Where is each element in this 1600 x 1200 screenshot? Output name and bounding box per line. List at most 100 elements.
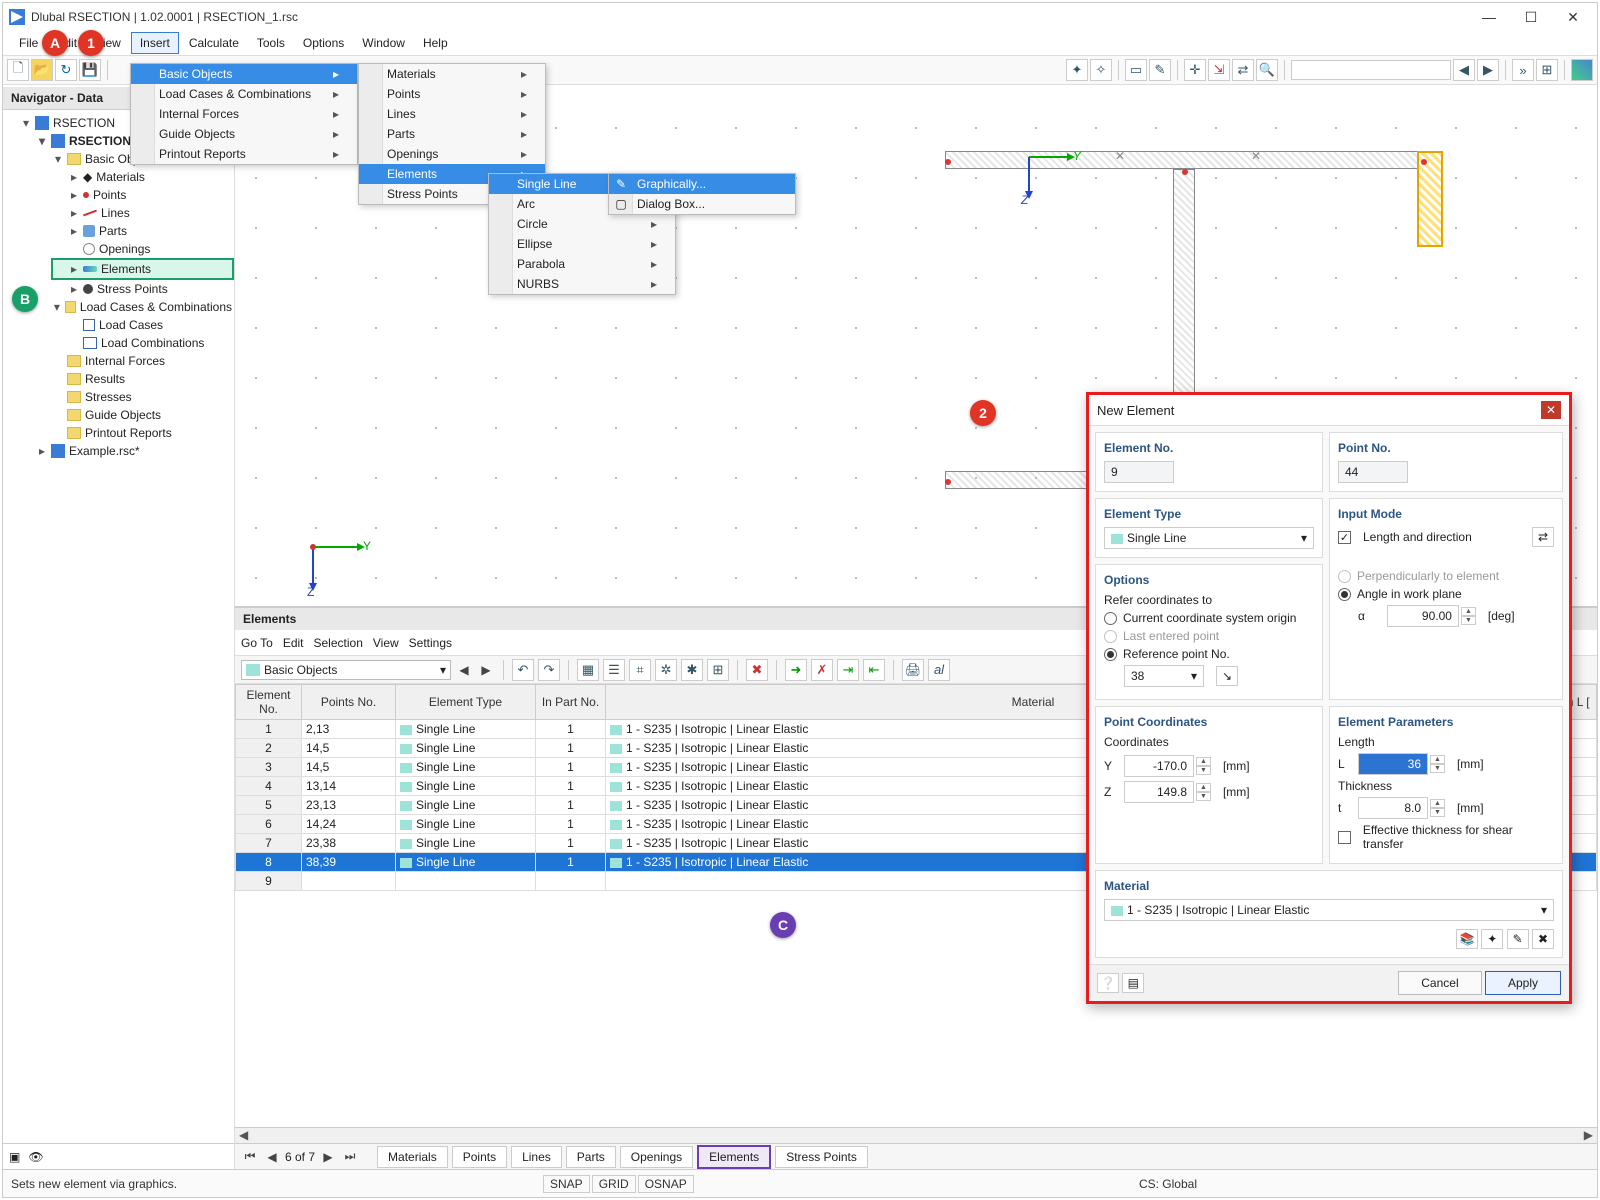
pager-first[interactable]: ⏮ — [241, 1149, 259, 1164]
menu-tools[interactable]: Tools — [249, 33, 293, 53]
dialog-layer-icon[interactable]: ▤ — [1122, 973, 1144, 993]
submenu-circle[interactable]: Circle▸ — [489, 214, 675, 234]
tab-elements[interactable]: Elements — [697, 1145, 771, 1169]
filter-icon[interactable]: ⌗ — [629, 659, 651, 681]
submenu-parabola[interactable]: Parabola▸ — [489, 254, 675, 274]
material-delete-icon[interactable]: ✖ — [1532, 929, 1554, 949]
scroll-left-icon[interactable]: ◀ — [239, 1128, 248, 1143]
panel-type-dropdown[interactable]: Basic Objects▾ — [241, 660, 451, 680]
tree-guide-objects[interactable]: Guide Objects — [51, 406, 234, 424]
col-points-no[interactable]: Points No. — [302, 685, 396, 720]
redo-icon[interactable]: ↷ — [538, 659, 560, 681]
grid-icon[interactable]: ⊞ — [1536, 59, 1558, 81]
col-element-no[interactable]: Element No. — [236, 685, 302, 720]
submenu-dialog-box[interactable]: ▢Dialog Box... — [609, 194, 795, 214]
material-lib-icon[interactable]: 📚 — [1456, 929, 1478, 949]
tab-openings[interactable]: Openings — [620, 1146, 693, 1168]
tree-elements[interactable]: ▸Elements — [51, 258, 234, 280]
material-new-icon[interactable]: ✦ — [1481, 929, 1503, 949]
tab-stress-points[interactable]: Stress Points — [775, 1146, 868, 1168]
check-eff-thickness[interactable] — [1338, 831, 1351, 844]
radio-ccs-origin[interactable] — [1104, 612, 1117, 625]
remove-icon[interactable]: ✗ — [811, 659, 833, 681]
menu-insert[interactable]: Insert — [131, 32, 179, 54]
status-grid[interactable]: GRID — [592, 1175, 636, 1193]
menu-help[interactable]: Help — [415, 33, 456, 53]
maximize-button[interactable]: ☐ — [1511, 5, 1551, 29]
window-icon[interactable]: ▣ — [9, 1150, 20, 1164]
move-icon[interactable]: ⇥ — [837, 659, 859, 681]
tree-stresses[interactable]: Stresses — [51, 388, 234, 406]
pager-last[interactable]: ⏭ — [341, 1149, 359, 1164]
next-icon[interactable]: ▶ — [1477, 59, 1499, 81]
tree-materials[interactable]: ▸◆Materials — [67, 168, 234, 186]
print-icon[interactable]: 🖨 — [902, 659, 924, 681]
select-icon[interactable]: ▭ — [1125, 59, 1147, 81]
menu-calculate[interactable]: Calculate — [181, 33, 247, 53]
submenu-lines[interactable]: Lines▸ — [359, 104, 545, 124]
dialog-close-button[interactable]: ✕ — [1541, 401, 1561, 419]
panel-next[interactable]: ▶ — [477, 663, 495, 677]
menu-window[interactable]: Window — [354, 33, 413, 53]
tree-load-comb[interactable]: Load Combinations — [67, 334, 234, 352]
eye-icon[interactable]: 👁 — [28, 1150, 43, 1164]
grid2-icon[interactable]: ⊞ — [707, 659, 729, 681]
status-snap[interactable]: SNAP — [543, 1175, 590, 1193]
submenu-openings[interactable]: Openings▸ — [359, 144, 545, 164]
tree-load-cases[interactable]: Load Cases — [67, 316, 234, 334]
input-point-no[interactable]: 44 — [1338, 461, 1408, 483]
zoom-icon[interactable]: 🔍 — [1256, 59, 1278, 81]
tree-lines[interactable]: ▸Lines — [67, 204, 234, 222]
submenu-basic-objects[interactable]: Basic Objects▸ — [131, 64, 357, 84]
panel-goto[interactable]: Go To — [241, 636, 273, 650]
row-icon[interactable]: ☰ — [603, 659, 625, 681]
menu-options[interactable]: Options — [295, 33, 352, 53]
submenu-internal-forces[interactable]: Internal Forces▸ — [131, 104, 357, 124]
check-length-direction[interactable] — [1338, 531, 1351, 544]
tab-materials[interactable]: Materials — [377, 1146, 448, 1168]
refresh-icon[interactable]: ↻ — [55, 59, 77, 81]
link-icon[interactable]: ⇄ — [1232, 59, 1254, 81]
pager-prev[interactable]: ◀ — [263, 1150, 281, 1164]
pen-icon[interactable]: ✎ — [1149, 59, 1171, 81]
select-material[interactable]: 1 - S235 | Isotropic | Linear Elastic▾ — [1104, 899, 1554, 921]
select-element-type[interactable]: Single Line▾ — [1104, 527, 1314, 549]
tab-lines[interactable]: Lines — [511, 1146, 562, 1168]
submenu-graphically[interactable]: ✎Graphically... — [609, 174, 795, 194]
panel-selection[interactable]: Selection — [314, 636, 363, 650]
tree-stress-points[interactable]: ▸Stress Points — [67, 280, 234, 298]
tree-lcc[interactable]: ▾Load Cases & Combinations — [51, 298, 234, 316]
panel-view[interactable]: View — [373, 636, 399, 650]
open-icon[interactable]: 📂 — [31, 59, 53, 81]
submenu-printout[interactable]: Printout Reports▸ — [131, 144, 357, 164]
tab-parts[interactable]: Parts — [566, 1146, 616, 1168]
tree-parts[interactable]: ▸Parts — [67, 222, 234, 240]
prev-icon[interactable]: ◀ — [1453, 59, 1475, 81]
dialog-help-icon[interactable]: ❔ — [1097, 973, 1119, 993]
panel-settings[interactable]: Settings — [409, 636, 452, 650]
axis-icon[interactable]: ⇲ — [1208, 59, 1230, 81]
tree-points[interactable]: ▸Points — [67, 186, 234, 204]
tab-points[interactable]: Points — [452, 1146, 507, 1168]
tree-openings[interactable]: Openings — [67, 240, 234, 258]
star3-icon[interactable]: ✱ — [681, 659, 703, 681]
col-element-type[interactable]: Element Type — [396, 685, 536, 720]
input-alpha[interactable]: 90.00 — [1387, 605, 1459, 627]
undo-icon[interactable]: ↶ — [512, 659, 534, 681]
submenu-guide-objects[interactable]: Guide Objects▸ — [131, 124, 357, 144]
swap-icon[interactable]: ⇄ — [1532, 527, 1554, 547]
input-element-no[interactable]: 9 — [1104, 461, 1174, 483]
toolbar-dropdown[interactable] — [1291, 60, 1451, 80]
close-button[interactable]: ✕ — [1553, 5, 1593, 29]
radio-angle-wp[interactable] — [1338, 588, 1351, 601]
delete-icon[interactable]: ✖ — [746, 659, 768, 681]
submenu-nurbs[interactable]: NURBS▸ — [489, 274, 675, 294]
navigator-tree[interactable]: ▾RSECTION ▾RSECTION_1.… ▾Basic Obj… ▸◆Ma… — [3, 110, 234, 1143]
export-icon[interactable]: ➜ — [785, 659, 807, 681]
new-icon[interactable]: 🗋 — [7, 59, 29, 81]
minimize-button[interactable]: — — [1469, 5, 1509, 29]
submenu-lcc[interactable]: Load Cases & Combinations▸ — [131, 84, 357, 104]
panel-edit[interactable]: Edit — [283, 636, 304, 650]
input-thickness[interactable]: 8.0 — [1358, 797, 1428, 819]
cancel-button[interactable]: Cancel — [1398, 971, 1481, 995]
